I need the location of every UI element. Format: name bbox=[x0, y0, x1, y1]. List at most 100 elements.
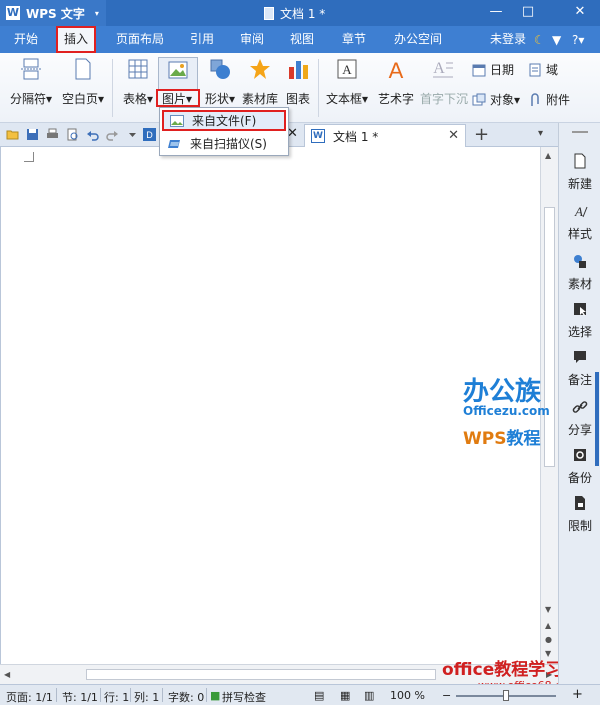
sidebar-item-new[interactable]: 新建 bbox=[559, 153, 600, 192]
status-word-count[interactable]: 字数: 0 bbox=[168, 689, 204, 705]
skin-icon[interactable]: ☾ bbox=[534, 33, 545, 47]
watermark-brand-url: Officezu.com bbox=[463, 404, 550, 418]
blank-page-label: 空白页▾ bbox=[61, 92, 105, 106]
close-doc-tab-icon[interactable]: ✕ bbox=[448, 128, 459, 143]
tab-references[interactable]: 引用 bbox=[182, 26, 222, 53]
status-page[interactable]: 页面: 1/1 bbox=[6, 689, 53, 705]
date-button[interactable]: 日期 bbox=[472, 61, 514, 78]
sidebar-item-share[interactable]: 分享 bbox=[559, 399, 600, 438]
sidebar-toggle[interactable] bbox=[559, 131, 600, 133]
tab-view[interactable]: 视图 bbox=[282, 26, 322, 53]
horizontal-scroll-thumb[interactable] bbox=[86, 669, 436, 680]
chart-button[interactable]: 图表 bbox=[282, 57, 314, 107]
tab-list-icon[interactable]: ▾ bbox=[538, 128, 543, 139]
menu-item-from-file[interactable]: 来自文件(F) bbox=[162, 110, 286, 131]
doc-tab-label: 文档 1 * bbox=[333, 129, 379, 144]
redo-icon[interactable] bbox=[106, 128, 119, 141]
picture-dropdown-button[interactable]: 图片▾ bbox=[156, 89, 200, 107]
web-view-icon[interactable]: ▥ bbox=[364, 689, 374, 702]
status-column: 列: 1 bbox=[134, 691, 160, 704]
object-button[interactable]: 对象▾ bbox=[472, 91, 520, 108]
sidebar-item-styles[interactable]: A 样式 bbox=[559, 203, 600, 242]
watermark-tutorial-text: 教程 bbox=[506, 429, 541, 449]
watermark-brand: 办公族 bbox=[463, 377, 542, 407]
zoom-level[interactable]: 100 % bbox=[390, 689, 425, 702]
maximize-button[interactable]: □ bbox=[518, 3, 538, 21]
shirt-icon[interactable]: ▼ bbox=[552, 33, 561, 47]
close-button[interactable]: ✕ bbox=[570, 3, 590, 21]
shape-icon bbox=[210, 59, 230, 79]
wordart-icon: A bbox=[389, 58, 404, 83]
browse-object-icon[interactable]: ● bbox=[545, 635, 552, 644]
drop-cap-button[interactable]: A 首字下沉 bbox=[420, 57, 468, 107]
tab-page-layout[interactable]: 页面布局 bbox=[110, 26, 170, 53]
save-icon[interactable] bbox=[26, 128, 39, 141]
login-link[interactable]: 未登录 bbox=[490, 26, 526, 53]
customize-toolbar-icon[interactable] bbox=[126, 128, 139, 141]
tab-insert[interactable]: 插入 bbox=[56, 26, 96, 53]
table-button[interactable]: 表格▾ bbox=[118, 57, 158, 107]
zoom-slider-thumb[interactable] bbox=[503, 690, 509, 701]
tab-chapter[interactable]: 章节 bbox=[334, 26, 374, 53]
prev-page-icon[interactable]: ▲ bbox=[545, 621, 551, 630]
help-button[interactable]: ?▾ bbox=[572, 33, 584, 47]
tab-review[interactable]: 审阅 bbox=[232, 26, 272, 53]
menu-item-from-scanner[interactable]: 来自扫描仪(S) bbox=[162, 133, 286, 154]
svg-text:A: A bbox=[389, 58, 404, 81]
tab-home[interactable]: 开始 bbox=[6, 26, 46, 53]
collapse-icon bbox=[572, 131, 588, 133]
print-icon[interactable] bbox=[46, 128, 59, 141]
object-label: 对象▾ bbox=[490, 93, 521, 107]
field-button[interactable]: 域 bbox=[528, 61, 558, 78]
document-title: 文档 1 * bbox=[280, 7, 326, 21]
minimize-button[interactable]: — bbox=[486, 3, 506, 21]
sidebar-label-styles: 样式 bbox=[567, 227, 592, 241]
page-break-button[interactable]: 分隔符▾ bbox=[8, 57, 54, 107]
drop-cap-icon: A bbox=[433, 60, 453, 78]
zoom-out-button[interactable]: − bbox=[442, 689, 451, 702]
scroll-up-icon[interactable]: ▲ bbox=[545, 151, 551, 160]
tab-document-1[interactable]: W 文档 1 * ✕ bbox=[304, 124, 466, 147]
zoom-in-button[interactable]: + bbox=[572, 687, 583, 702]
attachment-button[interactable]: 附件 bbox=[528, 91, 570, 108]
svg-text:A: A bbox=[574, 204, 583, 219]
picture-icon-button[interactable] bbox=[158, 57, 198, 91]
ribbon-separator bbox=[112, 59, 113, 117]
full-screen-view-icon[interactable]: ▦ bbox=[340, 689, 350, 702]
page-break-label: 分隔符▾ bbox=[9, 92, 53, 106]
material-library-button[interactable]: 素材库 bbox=[240, 57, 280, 107]
comment-icon bbox=[574, 351, 586, 363]
sidebar-label-materials: 素材 bbox=[567, 277, 592, 291]
app-menu-button[interactable]: W WPS 文字 ▾ bbox=[0, 0, 106, 26]
sidebar-item-backup[interactable]: 备份 bbox=[559, 447, 600, 486]
wordart-button[interactable]: A 艺术字 bbox=[376, 57, 416, 107]
sidebar-expand-handle[interactable] bbox=[595, 372, 599, 466]
sidebar-label-select: 选择 bbox=[567, 325, 592, 339]
sidebar-item-notes[interactable]: 备注 bbox=[559, 349, 600, 388]
sidebar-item-restrict[interactable]: 限制 bbox=[559, 495, 600, 534]
print-preview-icon[interactable] bbox=[66, 128, 79, 141]
attachment-label: 附件 bbox=[546, 93, 571, 107]
open-folder-icon[interactable] bbox=[6, 128, 19, 141]
ribbon-separator bbox=[318, 59, 319, 117]
new-tab-button[interactable]: + bbox=[474, 124, 489, 145]
scroll-down-icon[interactable]: ▼ bbox=[545, 605, 551, 614]
undo-icon[interactable] bbox=[86, 128, 99, 141]
shape-button[interactable]: 形状▾ bbox=[200, 57, 240, 107]
status-section: 节: 1/1 bbox=[62, 691, 98, 704]
vertical-scroll-thumb[interactable] bbox=[544, 207, 555, 467]
material-library-label: 素材库 bbox=[241, 92, 278, 106]
status-spellcheck[interactable]: 拼写检查 bbox=[222, 689, 266, 705]
wps-tab-icon[interactable]: D bbox=[143, 128, 156, 141]
svg-text:A: A bbox=[433, 60, 445, 77]
status-separator bbox=[162, 688, 163, 702]
blank-page-button[interactable]: 空白页▾ bbox=[60, 57, 106, 107]
scroll-left-icon[interactable]: ◀ bbox=[4, 670, 10, 679]
document-canvas[interactable] bbox=[0, 147, 540, 664]
sidebar-item-select[interactable]: 选择 bbox=[559, 301, 600, 340]
sidebar-item-materials[interactable]: 素材 bbox=[559, 253, 600, 292]
page-view-icon[interactable]: ▤ bbox=[314, 689, 324, 702]
textbox-button[interactable]: A 文本框▾ bbox=[324, 57, 370, 107]
picture-dropdown-menu: 来自文件(F) 来自扫描仪(S) bbox=[159, 107, 289, 156]
tab-office-space[interactable]: 办公空间 bbox=[388, 26, 448, 53]
